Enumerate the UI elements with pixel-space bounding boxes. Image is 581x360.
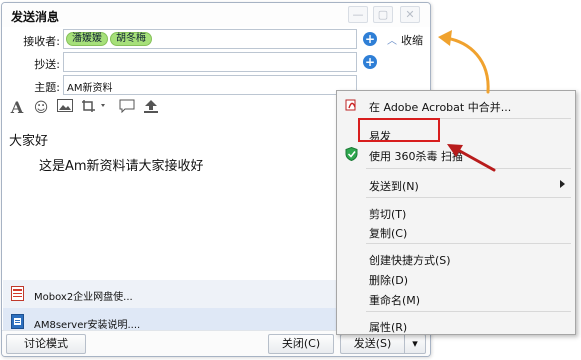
orange-arrow-icon (438, 30, 490, 94)
red-arrow-icon (447, 144, 496, 172)
annotation-arrows (438, 30, 496, 172)
